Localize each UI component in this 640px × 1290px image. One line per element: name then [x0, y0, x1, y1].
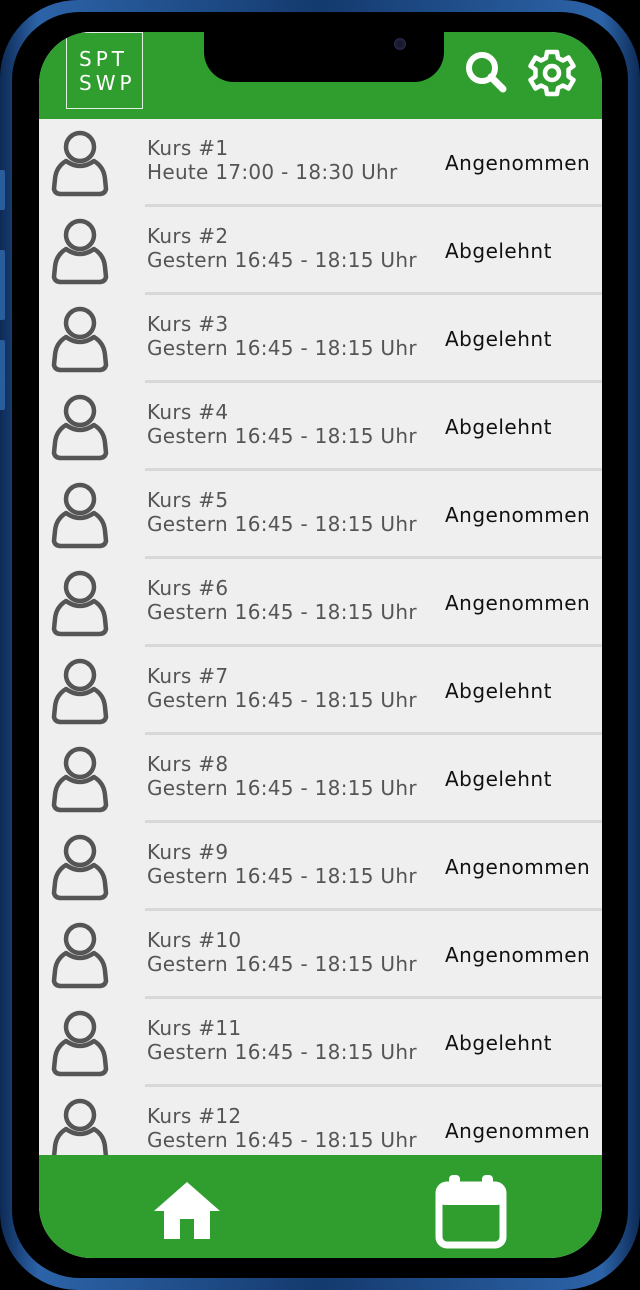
- course-list: Kurs #1 Heute 17:00 - 18:30 Uhr Angenomm…: [39, 119, 602, 1155]
- course-list-item-8[interactable]: Kurs #8 Gestern 16:45 - 18:15 Uhr Abgele…: [39, 735, 602, 823]
- course-time: Gestern 16:45 - 18:15 Uhr: [147, 776, 417, 800]
- course-list-item-10[interactable]: Kurs #10 Gestern 16:45 - 18:15 Uhr Angen…: [39, 911, 602, 999]
- course-status: Abgelehnt: [445, 239, 552, 263]
- course-time: Gestern 16:45 - 18:15 Uhr: [147, 248, 417, 272]
- logo-line-2: SWP: [79, 71, 136, 95]
- course-list-item-9[interactable]: Kurs #9 Gestern 16:45 - 18:15 Uhr Angeno…: [39, 823, 602, 911]
- user-avatar-icon: [51, 746, 109, 813]
- course-status: Angenommen: [445, 1119, 591, 1143]
- course-status: Abgelehnt: [445, 679, 552, 703]
- course-title: Kurs #11: [147, 1016, 242, 1040]
- course-list-item-12[interactable]: Kurs #12 Gestern 16:45 - 18:15 Uhr Angen…: [39, 1087, 602, 1155]
- course-time: Gestern 16:45 - 18:15 Uhr: [147, 952, 417, 976]
- course-status: Angenommen: [445, 591, 591, 615]
- user-avatar-icon: [51, 306, 109, 373]
- course-list-item-7[interactable]: Kurs #7 Gestern 16:45 - 18:15 Uhr Abgele…: [39, 647, 602, 735]
- screen: SPT SWP Kurs #1 Heute 17:00 - 18:30 Uhr …: [39, 32, 602, 1258]
- course-status: Angenommen: [445, 855, 591, 879]
- volume-up-button: [0, 250, 5, 320]
- course-title: Kurs #4: [147, 400, 229, 424]
- course-status: Angenommen: [445, 151, 591, 175]
- course-time: Gestern 16:45 - 18:15 Uhr: [147, 336, 417, 360]
- user-avatar-icon: [51, 130, 109, 197]
- course-time: Gestern 16:45 - 18:15 Uhr: [147, 600, 417, 624]
- course-title: Kurs #10: [147, 928, 242, 952]
- course-status: Angenommen: [445, 503, 591, 527]
- course-time: Gestern 16:45 - 18:15 Uhr: [147, 688, 417, 712]
- home-icon: [154, 1182, 220, 1239]
- course-list-item-6[interactable]: Kurs #6 Gestern 16:45 - 18:15 Uhr Angeno…: [39, 559, 602, 647]
- bottom-nav: [39, 1155, 602, 1258]
- course-title: Kurs #6: [147, 576, 229, 600]
- front-camera: [394, 38, 406, 50]
- course-time: Gestern 16:45 - 18:15 Uhr: [147, 1128, 417, 1152]
- course-title: Kurs #3: [147, 312, 229, 336]
- course-list-item-5[interactable]: Kurs #5 Gestern 16:45 - 18:15 Uhr Angeno…: [39, 471, 602, 559]
- course-title: Kurs #5: [147, 488, 229, 512]
- course-time: Gestern 16:45 - 18:15 Uhr: [147, 424, 417, 448]
- course-status: Abgelehnt: [445, 1031, 552, 1055]
- course-time: Gestern 16:45 - 18:15 Uhr: [147, 512, 417, 536]
- user-avatar-icon: [51, 570, 109, 637]
- calendar-icon: [435, 1175, 507, 1249]
- logo-line-1: SPT: [79, 47, 128, 71]
- course-title: Kurs #8: [147, 752, 229, 776]
- user-avatar-icon: [51, 922, 109, 989]
- home-button[interactable]: [152, 1179, 222, 1241]
- user-avatar-icon: [51, 1098, 109, 1155]
- course-list-item-4[interactable]: Kurs #4 Gestern 16:45 - 18:15 Uhr Abgele…: [39, 383, 602, 471]
- search-icon: [466, 52, 507, 93]
- user-avatar-icon: [51, 482, 109, 549]
- course-status: Angenommen: [445, 943, 591, 967]
- user-avatar-icon: [51, 1010, 109, 1077]
- course-list-item-1[interactable]: Kurs #1 Heute 17:00 - 18:30 Uhr Angenomm…: [39, 119, 602, 207]
- course-status: Abgelehnt: [445, 415, 552, 439]
- calendar-button[interactable]: [435, 1171, 507, 1251]
- course-status: Abgelehnt: [445, 767, 552, 791]
- course-time: Heute 17:00 - 18:30 Uhr: [147, 160, 398, 184]
- search-button[interactable]: [464, 50, 508, 94]
- user-avatar-icon: [51, 394, 109, 461]
- course-title: Kurs #7: [147, 664, 229, 688]
- course-title: Kurs #12: [147, 1104, 242, 1128]
- course-list-item-3[interactable]: Kurs #3 Gestern 16:45 - 18:15 Uhr Abgele…: [39, 295, 602, 383]
- user-avatar-icon: [51, 834, 109, 901]
- course-title: Kurs #1: [147, 136, 229, 160]
- app-logo[interactable]: SPT SWP: [66, 32, 143, 109]
- course-status: Abgelehnt: [445, 327, 552, 351]
- device-notch: [204, 32, 444, 82]
- user-avatar-icon: [51, 218, 109, 285]
- user-avatar-icon: [51, 658, 109, 725]
- course-list-item-2[interactable]: Kurs #2 Gestern 16:45 - 18:15 Uhr Abgele…: [39, 207, 602, 295]
- gear-icon: [528, 49, 576, 97]
- course-title: Kurs #9: [147, 840, 229, 864]
- volume-down-button: [0, 340, 5, 410]
- course-time: Gestern 16:45 - 18:15 Uhr: [147, 864, 417, 888]
- course-title: Kurs #2: [147, 224, 229, 248]
- course-list-item-11[interactable]: Kurs #11 Gestern 16:45 - 18:15 Uhr Abgel…: [39, 999, 602, 1087]
- settings-button[interactable]: [527, 48, 577, 98]
- course-time: Gestern 16:45 - 18:15 Uhr: [147, 1040, 417, 1064]
- mute-switch: [0, 170, 5, 210]
